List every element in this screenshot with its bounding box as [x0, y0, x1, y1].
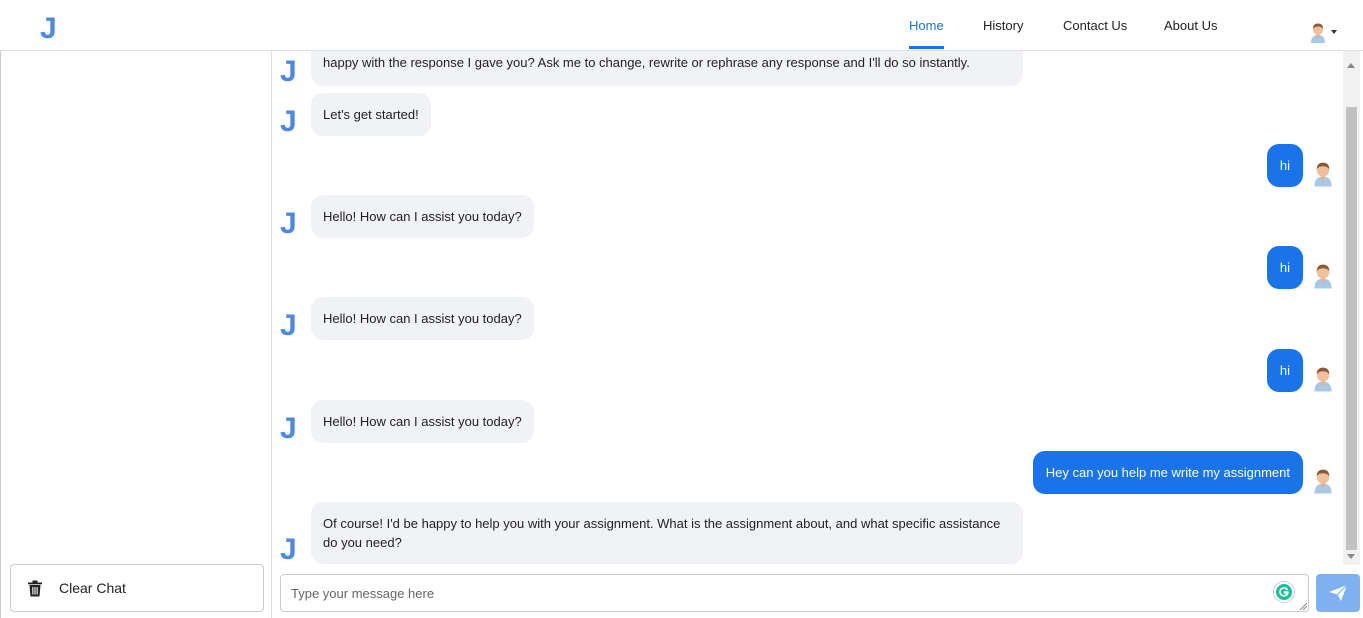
message-input[interactable]	[281, 575, 1308, 611]
nav-home[interactable]: Home	[909, 0, 944, 50]
user-avatar-icon	[1311, 23, 1325, 43]
clear-chat-label: Clear Chat	[59, 580, 126, 596]
user-message: hi	[1266, 246, 1303, 289]
scroll-thumb[interactable]	[1346, 107, 1357, 550]
bot-message: happy with the response I gave you? Ask …	[311, 51, 1023, 86]
top-navbar: J Home History Contact Us About Us	[0, 0, 1363, 51]
bot-avatar-icon: J	[280, 309, 297, 342]
user-avatar-icon	[1314, 162, 1332, 187]
grammarly-icon[interactable]	[1274, 582, 1294, 602]
clear-chat-button[interactable]: Clear Chat	[10, 564, 264, 612]
resize-handle-icon[interactable]	[1299, 602, 1307, 610]
bot-avatar-icon: J	[280, 105, 297, 138]
trash-icon	[28, 580, 42, 596]
user-avatar-icon	[1314, 469, 1332, 494]
chat-scrollbar[interactable]	[1343, 51, 1360, 565]
profile-menu[interactable]	[1309, 21, 1339, 43]
bot-message: Hello! How can I assist you today?	[311, 195, 534, 238]
user-message: hi	[1266, 144, 1303, 187]
nav-about-us[interactable]: About Us	[1164, 0, 1217, 50]
app-logo[interactable]: J	[40, 14, 57, 44]
sidebar: Clear Chat	[0, 51, 272, 618]
user-message: Hey can you help me write my assignment	[1032, 451, 1303, 494]
user-avatar-icon	[1314, 367, 1332, 392]
nav-history[interactable]: History	[983, 0, 1023, 50]
bot-message: Of course! I'd be happy to help you with…	[311, 502, 1023, 564]
nav-contact-us[interactable]: Contact Us	[1063, 0, 1127, 50]
user-avatar-icon	[1314, 264, 1332, 289]
bot-message: Hello! How can I assist you today?	[311, 297, 534, 340]
send-button[interactable]	[1316, 574, 1360, 612]
bot-avatar-icon: J	[280, 533, 297, 565]
chevron-down-icon	[1331, 30, 1337, 34]
bot-avatar-icon: J	[280, 55, 297, 88]
scroll-up-icon[interactable]	[1347, 63, 1355, 68]
chat-messages[interactable]: J happy with the response I gave you? As…	[272, 51, 1343, 565]
user-message: hi	[1266, 349, 1303, 392]
bot-avatar-icon: J	[280, 412, 297, 445]
bot-message: Let's get started!	[311, 93, 431, 136]
bot-avatar-icon: J	[280, 207, 297, 240]
bot-message: Hello! How can I assist you today?	[311, 400, 534, 443]
send-icon	[1329, 584, 1348, 601]
scroll-down-icon[interactable]	[1347, 554, 1355, 559]
message-composer	[280, 574, 1309, 612]
